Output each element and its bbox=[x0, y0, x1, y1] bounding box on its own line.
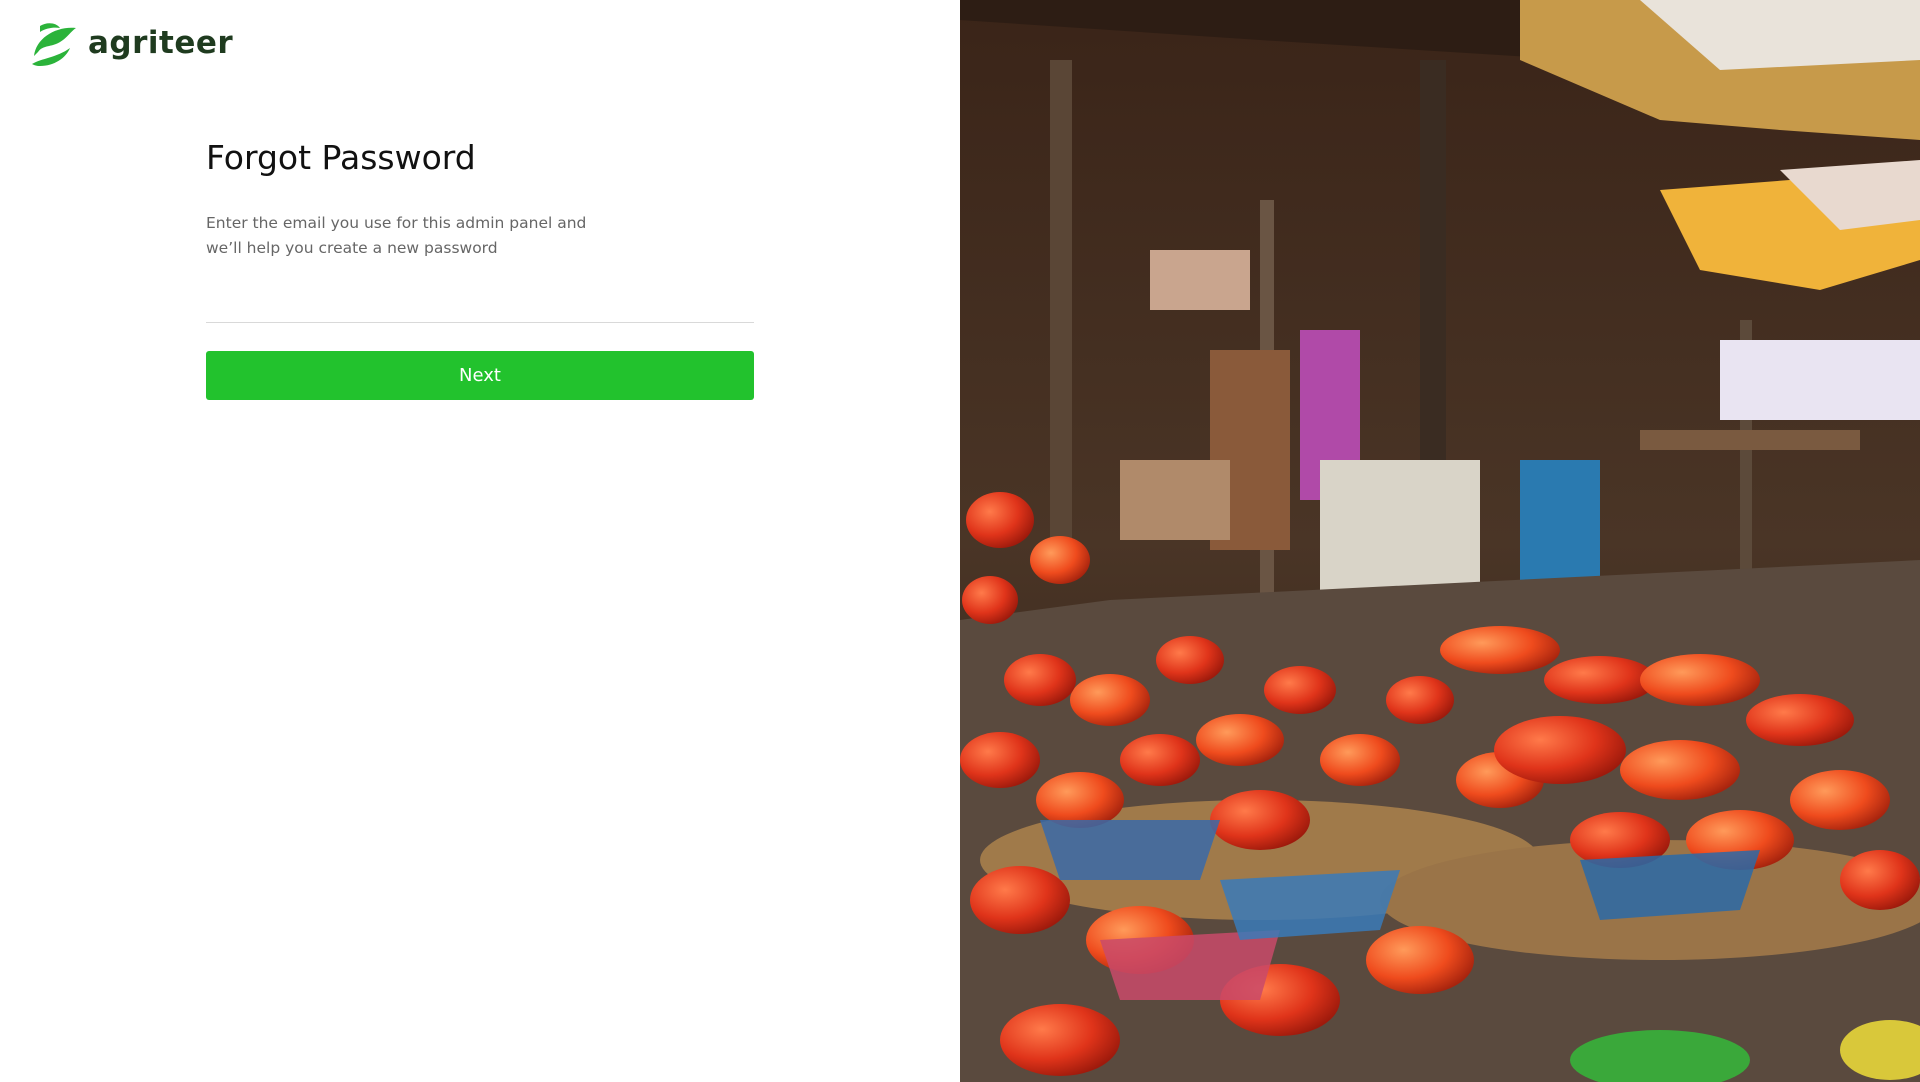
hero-image-panel bbox=[960, 0, 1920, 1082]
leaf-logo-icon bbox=[32, 23, 76, 66]
brand-name: agriteer bbox=[88, 25, 234, 61]
next-button[interactable]: Next bbox=[206, 351, 754, 400]
form-instructions: Enter the email you use for this admin p… bbox=[206, 214, 587, 257]
forgot-password-form: Forgot Password Enter the email you use … bbox=[206, 138, 754, 400]
market-stall-peppers-photo bbox=[960, 0, 1920, 1082]
brand-logo[interactable]: agriteer bbox=[26, 18, 233, 68]
email-field[interactable] bbox=[206, 287, 754, 323]
login-panel: agriteer Forgot Password Enter the email… bbox=[0, 0, 960, 1082]
page-title: Forgot Password bbox=[206, 138, 476, 177]
